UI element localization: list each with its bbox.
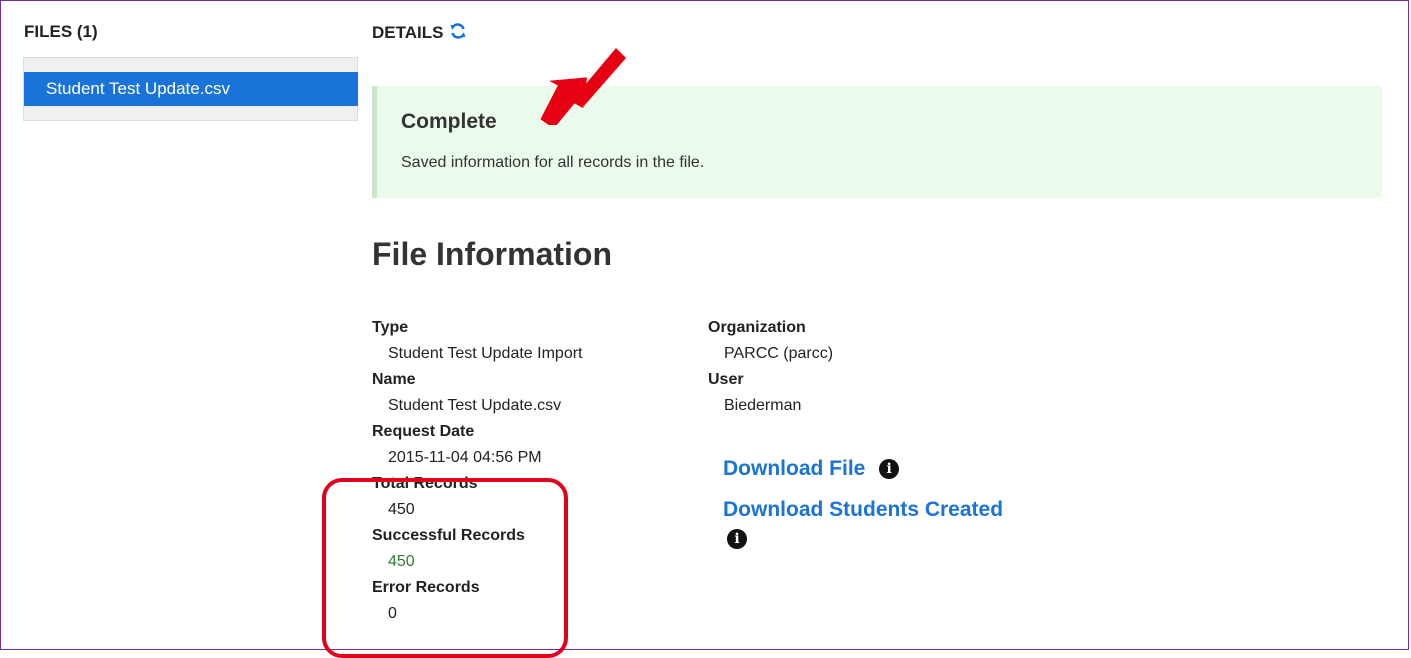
status-alert: Complete Saved information for all recor… [372, 86, 1382, 198]
field-value-request-date: 2015-11-04 04:56 PM [388, 449, 542, 466]
download-file-link[interactable]: Download File i [723, 457, 900, 481]
field-label-type: Type [372, 319, 409, 336]
info-icon[interactable]: i [879, 459, 900, 479]
info-icon[interactable]: i [727, 529, 747, 549]
details-header: DETAILS [372, 22, 467, 45]
annotation-arrow [540, 48, 626, 125]
field-label-user: User [708, 371, 744, 388]
file-info-right: Organization PARCC (parcc) User Biederma… [708, 315, 833, 419]
alert-title: Complete [401, 110, 497, 133]
field-value-name: Student Test Update.csv [388, 397, 562, 414]
alert-message: Saved information for all records in the… [401, 154, 705, 171]
files-list: Student Test Update.csv [23, 57, 358, 121]
field-label-request-date: Request Date [372, 423, 475, 440]
download-students-created-link[interactable]: Download Students Created [723, 498, 1003, 522]
file-item[interactable]: Student Test Update.csv [24, 72, 358, 106]
field-label-name: Name [372, 371, 416, 388]
annotation-highlight [322, 478, 568, 658]
details-title: DETAILS [372, 23, 444, 42]
files-header: FILES (1) [24, 22, 98, 41]
field-label-organization: Organization [708, 319, 806, 336]
field-value-user: Biederman [724, 397, 802, 414]
download-file-label: Download File [723, 457, 866, 480]
section-title: File Information [372, 236, 612, 272]
download-students-created-label: Download Students Created [723, 498, 1004, 521]
field-value-type: Student Test Update Import [388, 345, 583, 362]
refresh-icon[interactable] [449, 22, 467, 45]
field-value-organization: PARCC (parcc) [724, 345, 834, 362]
